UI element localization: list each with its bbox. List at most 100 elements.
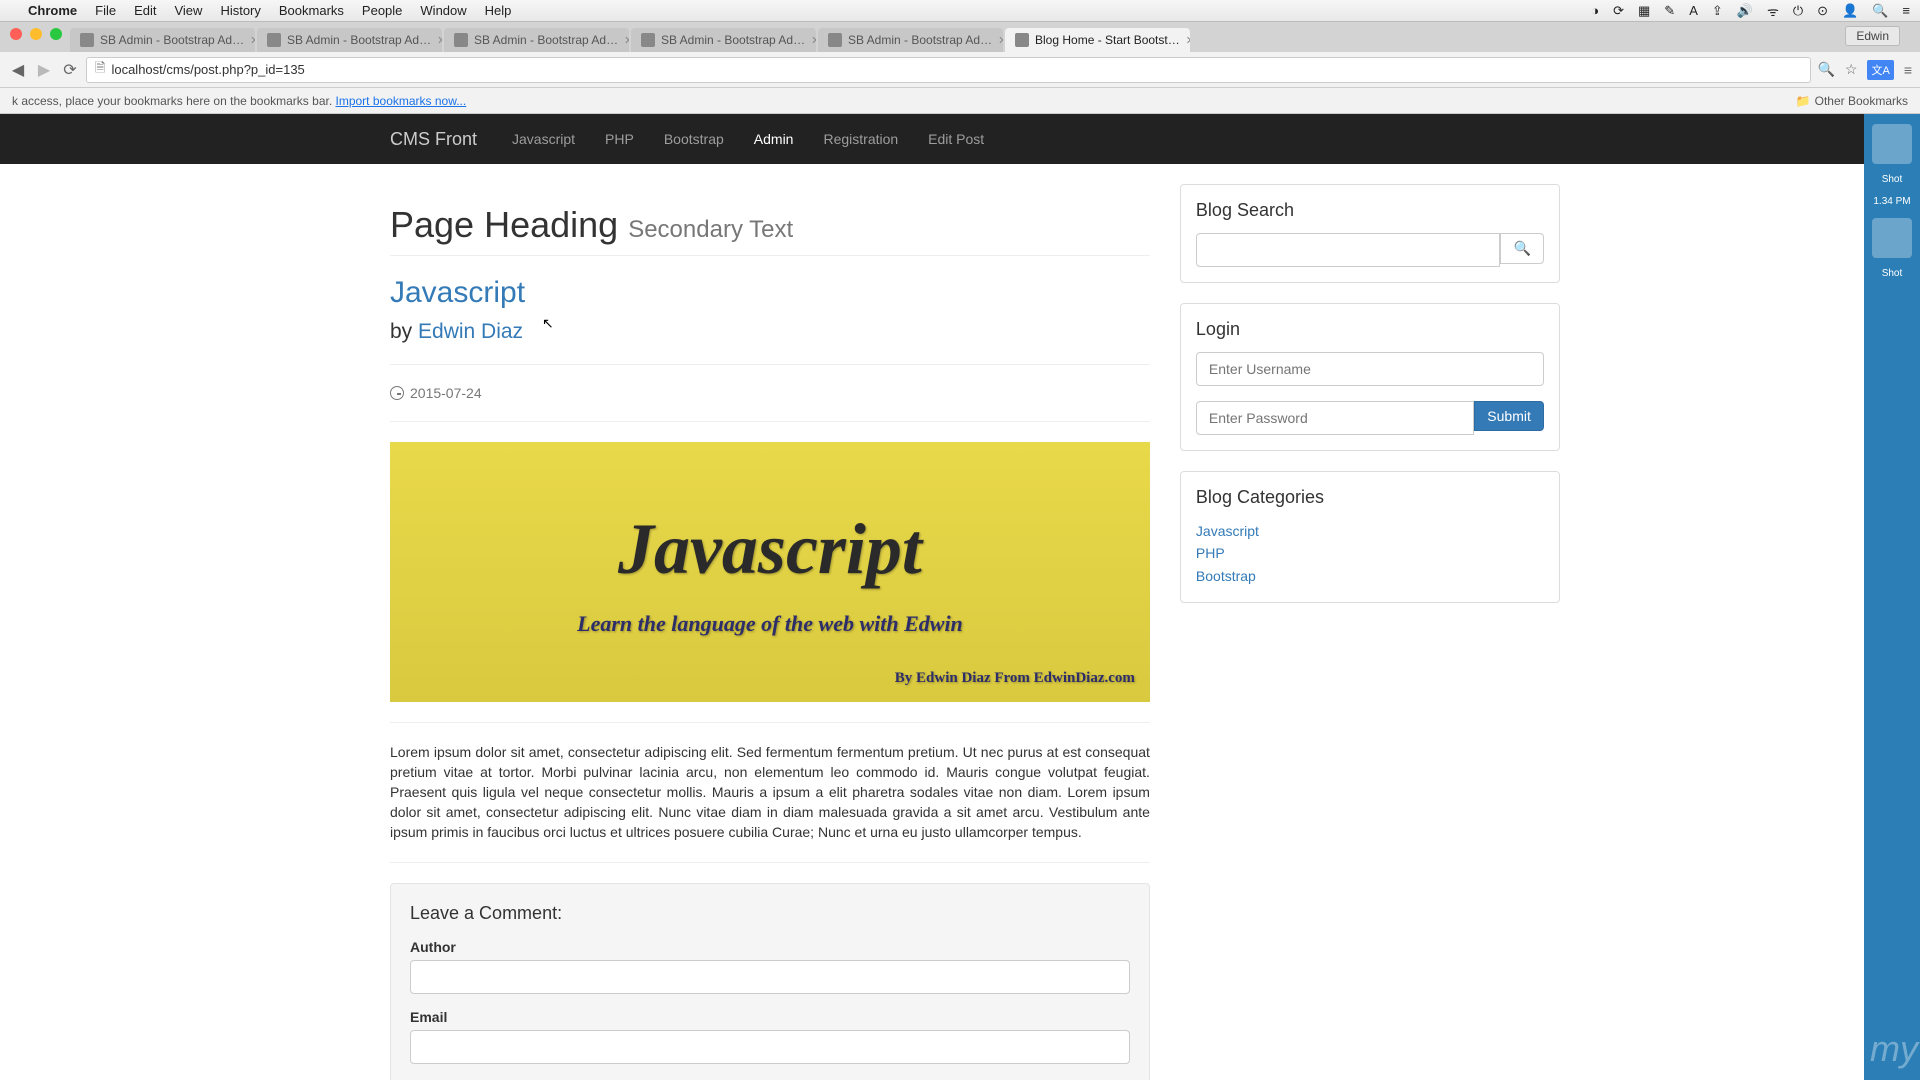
chrome-profile-button[interactable]: Edwin	[1845, 26, 1900, 46]
desktop-file-label: Shot	[1882, 174, 1903, 186]
forward-button[interactable]: ▶	[34, 60, 54, 80]
browser-tab[interactable]: SB Admin - Bootstrap Ad…✕	[631, 28, 816, 52]
url-text: localhost/cms/post.php?p_id=135	[111, 62, 304, 77]
bookmarks-bar: k access, place your bookmarks here on t…	[0, 88, 1920, 114]
status-icon[interactable]: ✎	[1664, 3, 1675, 19]
post-body: Lorem ipsum dolor sit amet, consectetur …	[390, 743, 1150, 842]
menu-window[interactable]: Window	[420, 3, 466, 18]
status-icon[interactable]: ⟳	[1613, 3, 1624, 19]
site-navbar: CMS Front Javascript PHP Bootstrap Admin…	[0, 114, 1920, 164]
by-prefix: by	[390, 320, 418, 343]
tab-title: Blog Home - Start Bootst…	[1035, 33, 1180, 47]
import-bookmarks-link[interactable]: Import bookmarks now...	[336, 94, 467, 108]
status-icon[interactable]: A	[1689, 3, 1698, 18]
post-featured-image: Javascript Learn the language of the web…	[390, 442, 1150, 702]
desktop-file-time: 1.34 PM	[1873, 196, 1910, 208]
browser-tab[interactable]: SB Admin - Bootstrap Ad… ✕	[70, 28, 255, 52]
menubar-app[interactable]: Chrome	[28, 3, 77, 18]
desktop-file-icon[interactable]	[1872, 218, 1912, 258]
comment-email-label: Email	[410, 1009, 1130, 1025]
category-link[interactable]: Bootstrap	[1196, 568, 1256, 584]
tab-close-icon[interactable]: ✕	[250, 34, 255, 47]
chrome-window: SB Admin - Bootstrap Ad… ✕ SB Admin - Boo…	[0, 22, 1920, 1080]
password-input[interactable]	[1196, 401, 1474, 435]
categories-panel: Blog Categories Javascript PHP Bootstrap	[1180, 471, 1560, 603]
category-link[interactable]: Javascript	[1196, 523, 1259, 539]
spotlight-icon[interactable]: 🔍	[1872, 3, 1888, 19]
tab-title: SB Admin - Bootstrap Ad…	[848, 33, 992, 47]
status-icon[interactable]: ⏻	[1793, 3, 1803, 19]
tab-close-icon[interactable]: ✕	[998, 34, 1003, 47]
nav-link-registration[interactable]: Registration	[808, 114, 913, 164]
browser-tab-active[interactable]: Blog Home - Start Bootst… ✕	[1005, 28, 1190, 52]
blog-search-input[interactable]	[1196, 233, 1501, 267]
blog-search-button[interactable]: 🔍	[1500, 233, 1543, 264]
address-bar[interactable]: 🗎 localhost/cms/post.php?p_id=135	[86, 57, 1811, 83]
menu-file[interactable]: File	[95, 3, 116, 18]
wifi-icon[interactable]: ᯤ	[1767, 2, 1779, 20]
comment-well: Leave a Comment: Author Email	[390, 883, 1150, 1080]
back-button[interactable]: ◀	[8, 60, 28, 80]
nav-link-admin[interactable]: Admin	[739, 114, 809, 164]
reload-button[interactable]: ⟳	[60, 60, 80, 80]
username-input[interactable]	[1196, 352, 1544, 386]
menu-view[interactable]: View	[174, 3, 202, 18]
chrome-toolbar: ◀ ▶ ⟳ 🗎 localhost/cms/post.php?p_id=135 …	[0, 52, 1920, 88]
nav-link-javascript[interactable]: Javascript	[497, 114, 590, 164]
tab-close-icon[interactable]: ✕	[811, 34, 816, 47]
menu-edit[interactable]: Edit	[134, 3, 156, 18]
tab-strip: SB Admin - Bootstrap Ad… ✕ SB Admin - Boo…	[0, 22, 1920, 52]
post-title-link[interactable]: Javascript	[390, 276, 525, 309]
menu-icon[interactable]: ≡	[1904, 62, 1912, 78]
window-close-button[interactable]	[10, 28, 22, 40]
status-icon[interactable]: ▦	[1638, 3, 1650, 19]
volume-icon[interactable]: 🔊	[1737, 3, 1753, 19]
navbar-brand[interactable]: CMS Front	[390, 129, 477, 150]
tab-close-icon[interactable]: ✕	[1186, 34, 1190, 47]
page-heading-secondary: Secondary Text	[628, 216, 793, 243]
browser-tab[interactable]: SB Admin - Bootstrap Ad… ✕	[257, 28, 442, 52]
browser-tab[interactable]: SB Admin - Bootstrap Ad…✕	[444, 28, 629, 52]
tab-title: SB Admin - Bootstrap Ad…	[287, 33, 431, 47]
menu-people[interactable]: People	[362, 3, 402, 18]
menu-history[interactable]: History	[220, 3, 260, 18]
comment-author-input[interactable]	[410, 960, 1130, 994]
divider	[390, 862, 1150, 863]
page-header: Page Heading Secondary Text	[390, 204, 1150, 256]
bookmark-star-icon[interactable]: ☆	[1845, 61, 1858, 78]
desktop-file-icon[interactable]	[1872, 124, 1912, 164]
desktop-sliver: Shot 1.34 PM Shot my	[1864, 114, 1920, 1080]
window-controls	[10, 28, 62, 40]
blog-search-panel: Blog Search 🔍	[1180, 184, 1560, 283]
page-icon: 🗎	[95, 59, 105, 81]
category-link[interactable]: PHP	[1196, 545, 1225, 561]
zoom-icon[interactable]: 🔍	[1817, 61, 1834, 78]
status-icon[interactable]: ◑	[1591, 3, 1599, 18]
tab-close-icon[interactable]: ✕	[624, 34, 629, 47]
window-zoom-button[interactable]	[50, 28, 62, 40]
status-icon[interactable]: ⊙	[1817, 3, 1828, 19]
clock-icon	[390, 386, 404, 400]
menu-help[interactable]: Help	[485, 3, 512, 18]
tab-title: SB Admin - Bootstrap Ad…	[100, 33, 244, 47]
nav-link-edit-post[interactable]: Edit Post	[913, 114, 999, 164]
post-image-title: Javascript	[618, 508, 922, 591]
other-bookmarks-button[interactable]: Other Bookmarks	[1815, 94, 1908, 108]
watermark-text: my	[1870, 1028, 1918, 1070]
comment-email-input[interactable]	[410, 1030, 1130, 1064]
divider	[390, 722, 1150, 723]
browser-tab[interactable]: SB Admin - Bootstrap Ad… ✕	[818, 28, 1003, 52]
menu-icon[interactable]: ≡	[1902, 3, 1910, 18]
menu-bookmarks[interactable]: Bookmarks	[279, 3, 344, 18]
translate-icon[interactable]: 文A	[1867, 60, 1893, 80]
divider	[390, 364, 1150, 365]
login-submit-button[interactable]: Submit	[1474, 401, 1544, 431]
comment-author-label: Author	[410, 939, 1130, 955]
window-minimize-button[interactable]	[30, 28, 42, 40]
nav-link-bootstrap[interactable]: Bootstrap	[649, 114, 739, 164]
status-icon[interactable]: ⇪	[1712, 3, 1723, 19]
post-author-link[interactable]: Edwin Diaz	[418, 320, 523, 343]
nav-link-php[interactable]: PHP	[590, 114, 649, 164]
user-icon[interactable]: 👤	[1842, 3, 1858, 19]
tab-close-icon[interactable]: ✕	[437, 34, 442, 47]
